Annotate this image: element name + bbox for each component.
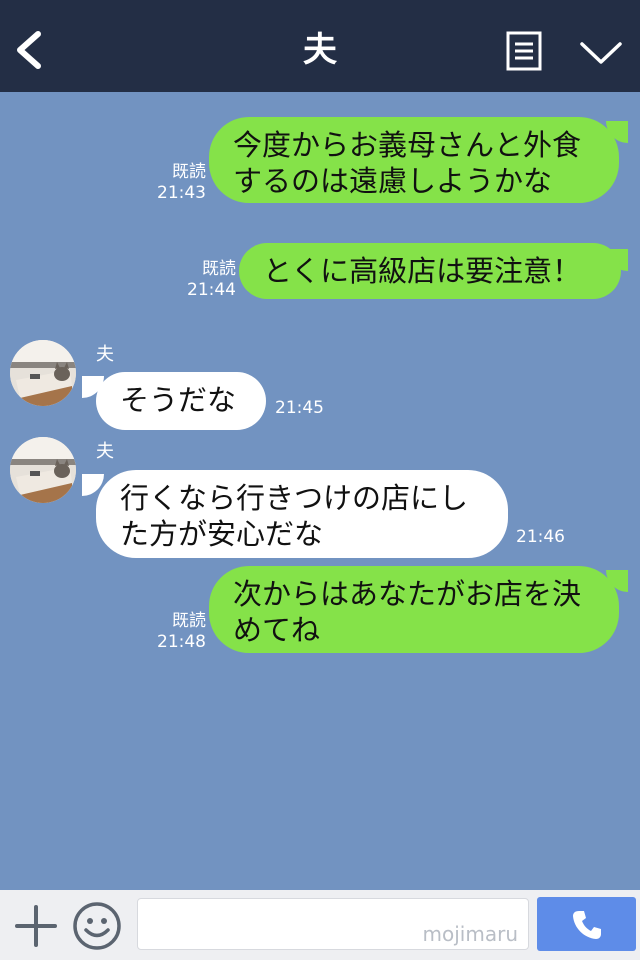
message-time: 21:48 (157, 632, 206, 652)
chat-bubble[interactable]: そうだな (96, 372, 266, 430)
message-meta: 既読 21:48 (150, 611, 206, 653)
sender-name: 夫 (96, 441, 114, 462)
cat-photo-icon (10, 340, 76, 406)
chat-title: 夫 (303, 30, 337, 70)
call-button[interactable] (537, 897, 636, 951)
avatar[interactable] (10, 437, 76, 503)
message-line: とくに高級店は要注意！ (263, 254, 582, 288)
message-line: するのは遠慮しようかな (233, 164, 553, 198)
message-time: 21:46 (516, 527, 565, 547)
chat-bubble[interactable]: 今度からお義母さんと外食 するのは遠慮しようかな (209, 117, 619, 203)
phone-icon (573, 911, 601, 939)
message-time: 21:45 (275, 398, 324, 418)
read-receipt: 既読 (172, 611, 206, 631)
smiley-icon[interactable] (72, 901, 122, 951)
message-meta: 既読 21:44 (180, 259, 236, 301)
chat-header: 夫 (0, 0, 640, 92)
message-line: 次からはあなたがお店を決 (233, 577, 582, 611)
message-line: 行くなら行きつけの店にし (120, 481, 469, 515)
avatar[interactable] (10, 340, 76, 406)
message-time: 21:43 (157, 183, 206, 203)
read-receipt: 既読 (172, 162, 206, 182)
message-meta: 既読 21:43 (150, 162, 206, 204)
message-line: 今度からお義母さんと外食 (233, 128, 582, 162)
watermark-text: mojimaru (422, 922, 518, 946)
message-line: た方が安心だな (120, 517, 324, 551)
chat-bubble[interactable]: 行くなら行きつけの店にし た方が安心だな (96, 470, 508, 558)
message-input[interactable]: mojimaru (137, 898, 529, 950)
sender-name: 夫 (96, 344, 114, 365)
message-line: めてね (233, 613, 321, 647)
plus-icon[interactable] (14, 904, 58, 948)
chat-screen: 夫 既読 21:43 今度からお義母さんと外食 するのは遠慮しようかな 既読 2… (0, 0, 640, 960)
chat-bubble[interactable]: 次からはあなたがお店を決 めてね (209, 566, 619, 653)
cat-photo-icon (10, 437, 76, 503)
notes-icon[interactable] (506, 31, 542, 71)
message-input-bar: mojimaru (0, 890, 640, 960)
chat-bubble[interactable]: とくに高級店は要注意！ (239, 243, 621, 299)
message-line: そうだな (120, 383, 237, 417)
chevron-down-icon[interactable] (579, 38, 623, 68)
read-receipt: 既読 (202, 259, 236, 279)
message-time: 21:44 (187, 280, 236, 300)
